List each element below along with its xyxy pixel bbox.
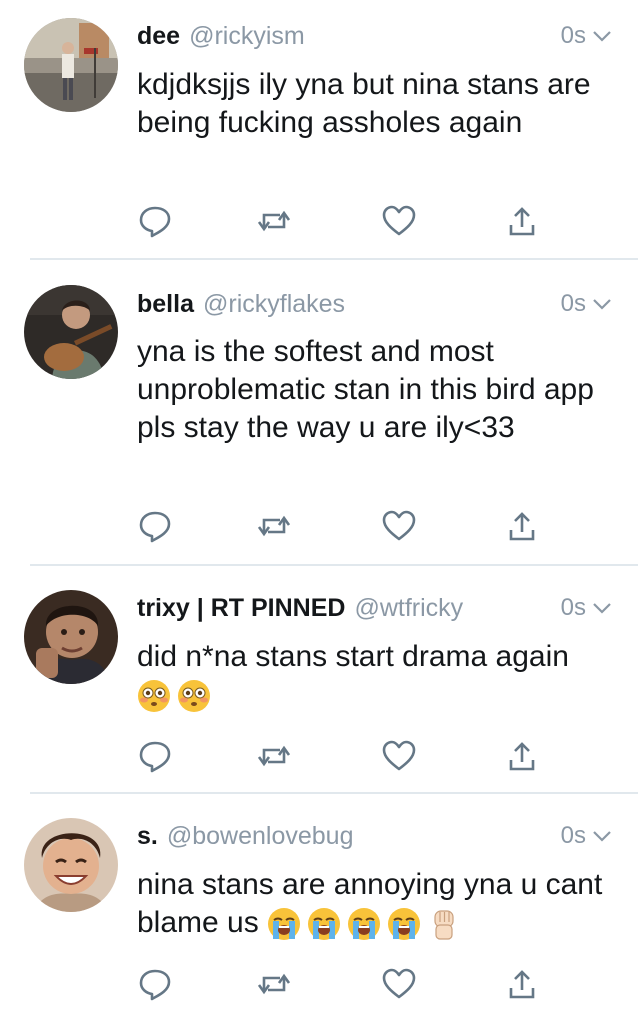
- timestamp[interactable]: 0s: [561, 22, 586, 50]
- timestamp[interactable]: 0s: [561, 290, 586, 318]
- share-icon: [509, 742, 535, 771]
- display-name[interactable]: s.: [137, 822, 158, 851]
- retweet-button[interactable]: [256, 508, 292, 544]
- tweet-actions: [137, 508, 537, 544]
- tweet-header: s. @bowenlovebug 0s: [137, 816, 612, 856]
- tweet-text: kdjdksjjs ily yna but nina stans are bei…: [137, 68, 591, 139]
- reply-button[interactable]: [137, 508, 173, 544]
- share-icon: [509, 970, 535, 999]
- avatar-photo: [24, 590, 118, 684]
- like-icon: [382, 205, 416, 236]
- tweet-text: did n*na stans start drama again: [137, 638, 617, 714]
- avatar[interactable]: [24, 818, 118, 912]
- user-handle[interactable]: @bowenlovebug: [167, 822, 354, 851]
- retweet-button[interactable]: [256, 738, 292, 774]
- avatar-photo: [24, 18, 118, 112]
- like-icon: [382, 740, 416, 771]
- chevron-down-icon[interactable]: [592, 601, 612, 615]
- like-icon: [382, 510, 416, 541]
- user-handle[interactable]: @rickyism: [189, 22, 305, 51]
- avatar[interactable]: [24, 285, 118, 379]
- retweet-icon: [257, 973, 291, 995]
- tweet-header: bella @rickyflakes 0s: [137, 284, 612, 324]
- avatar[interactable]: [24, 590, 118, 684]
- retweet-button[interactable]: [256, 203, 292, 239]
- tweet-text: yna is the softest and most unproblemati…: [137, 335, 594, 444]
- tweet-header: trixy | RT PINNED @wtfricky 0s: [137, 588, 612, 628]
- tweet-text: nina stans are annoying yna u cant blame…: [137, 866, 617, 942]
- user-handle[interactable]: @rickyflakes: [203, 290, 345, 319]
- avatar[interactable]: [24, 18, 118, 112]
- reply-button[interactable]: [137, 966, 173, 1002]
- share-icon: [509, 207, 535, 236]
- user-handle[interactable]: @wtfricky: [354, 594, 463, 623]
- display-name[interactable]: dee: [137, 22, 180, 51]
- tweet[interactable]: dee @rickyism 0s kdjdksjjs ily yna but n…: [0, 0, 638, 260]
- chevron-down-icon[interactable]: [592, 29, 612, 43]
- retweet-button[interactable]: [256, 966, 292, 1002]
- retweet-icon: [257, 745, 291, 767]
- loudly-crying-face-emoji: [348, 908, 381, 941]
- flushed-face-emoji: [138, 680, 170, 713]
- share-button[interactable]: [504, 203, 540, 239]
- like-button[interactable]: [381, 738, 417, 774]
- like-icon: [382, 968, 416, 999]
- reply-button[interactable]: [137, 203, 173, 239]
- avatar-photo: [24, 285, 118, 379]
- emoji-row: [137, 679, 211, 713]
- share-button[interactable]: [504, 508, 540, 544]
- tweet-actions: [137, 738, 537, 774]
- tweet-actions: [137, 966, 537, 1002]
- share-button[interactable]: [504, 966, 540, 1002]
- reply-icon: [139, 511, 171, 543]
- reply-button[interactable]: [137, 738, 173, 774]
- loudly-crying-face-emoji: [308, 908, 341, 941]
- display-name[interactable]: bella: [137, 290, 194, 319]
- tweet[interactable]: s. @bowenlovebug 0s nina stans are annoy…: [0, 794, 638, 1024]
- tweet-text-body: did n*na stans start drama again: [137, 640, 569, 673]
- tweet-header: dee @rickyism 0s: [137, 16, 612, 56]
- reply-icon: [139, 969, 171, 1001]
- timestamp[interactable]: 0s: [561, 594, 586, 622]
- retweet-icon: [257, 210, 291, 232]
- like-button[interactable]: [381, 966, 417, 1002]
- tweet[interactable]: bella @rickyflakes 0s yna is the softest…: [0, 260, 638, 566]
- emoji-row: [267, 907, 461, 941]
- flushed-face-emoji: [178, 680, 210, 713]
- loudly-crying-face-emoji: [268, 908, 301, 941]
- reply-icon: [139, 206, 171, 238]
- timestamp[interactable]: 0s: [561, 822, 586, 850]
- share-icon: [509, 512, 535, 541]
- reply-icon: [139, 741, 171, 773]
- avatar-photo: [24, 818, 118, 912]
- like-button[interactable]: [381, 508, 417, 544]
- like-button[interactable]: [381, 203, 417, 239]
- loudly-crying-face-emoji: [388, 908, 421, 941]
- retweet-icon: [257, 515, 291, 537]
- tweet[interactable]: trixy | RT PINNED @wtfricky 0s did n*na …: [0, 566, 638, 794]
- chevron-down-icon[interactable]: [592, 297, 612, 311]
- tweet-actions: [137, 203, 537, 239]
- chevron-down-icon[interactable]: [592, 829, 612, 843]
- share-button[interactable]: [504, 738, 540, 774]
- display-name[interactable]: trixy | RT PINNED: [137, 594, 345, 623]
- raised-fist-emoji: [434, 910, 454, 940]
